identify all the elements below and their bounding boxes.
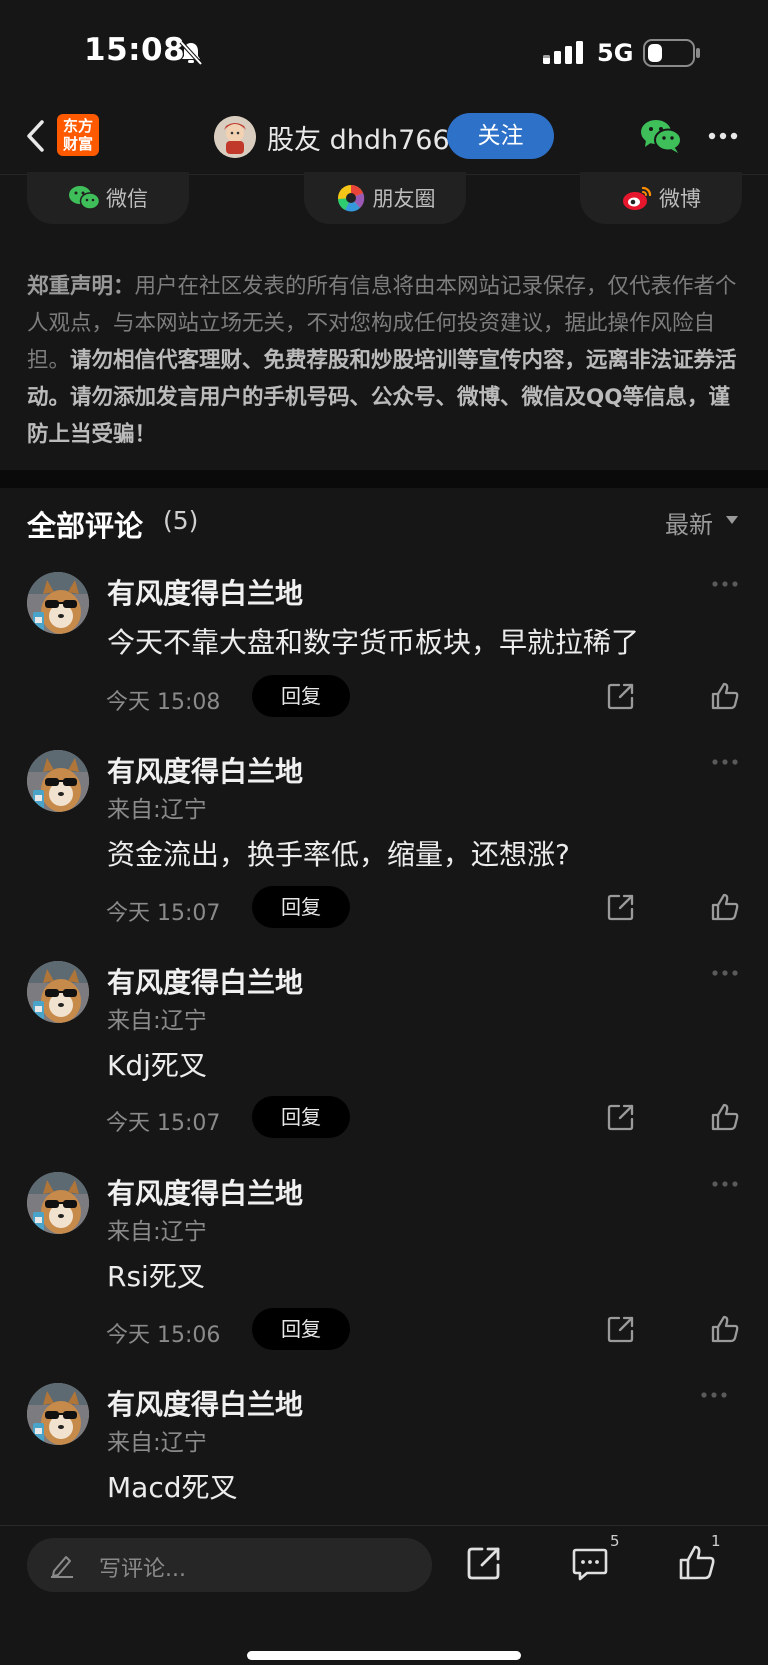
comment-location: 来自:辽宁 bbox=[107, 1008, 207, 1034]
bell-muted-icon bbox=[178, 40, 204, 66]
comment-location: 来自:辽宁 bbox=[107, 797, 207, 823]
share-moments-button[interactable]: 朋友圈 bbox=[304, 172, 466, 224]
comments-count: (5) bbox=[163, 506, 199, 535]
comment-time: 今天 15:07 bbox=[106, 901, 221, 926]
comment-author[interactable]: 有风度得白兰地 bbox=[107, 961, 303, 1001]
share-weibo-button[interactable]: 微博 bbox=[580, 172, 742, 224]
more-icon[interactable] bbox=[711, 969, 739, 977]
caret-down-icon[interactable] bbox=[726, 516, 738, 524]
comment-avatar[interactable] bbox=[27, 1172, 89, 1234]
comment-author[interactable]: 有风度得白兰地 bbox=[107, 750, 303, 790]
like-icon[interactable] bbox=[710, 892, 740, 922]
bottom-bar: 写评论... 5 1 bbox=[0, 1525, 768, 1665]
follow-button[interactable]: 关注 bbox=[447, 113, 554, 159]
signal-icon bbox=[543, 41, 585, 65]
comment-time: 今天 15:06 bbox=[106, 1323, 221, 1348]
status-bar: 15:08 5G bbox=[0, 0, 768, 100]
like-icon[interactable] bbox=[710, 1314, 740, 1344]
logo-line1: 东方 bbox=[62, 117, 93, 135]
wechat-icon bbox=[69, 186, 100, 210]
share-wechat-label: 微信 bbox=[106, 187, 148, 211]
moments-icon bbox=[337, 185, 364, 212]
more-icon[interactable] bbox=[711, 1180, 739, 1188]
comment-icon[interactable] bbox=[571, 1544, 609, 1582]
comments-title: 全部评论 bbox=[27, 509, 144, 543]
comment-location: 来自:辽宁 bbox=[107, 1430, 207, 1456]
comment-time: 今天 15:07 bbox=[106, 1111, 221, 1136]
status-time: 15:08 bbox=[84, 32, 186, 68]
comment-avatar[interactable] bbox=[27, 1383, 89, 1445]
wechat-icon[interactable] bbox=[640, 118, 682, 154]
comment-author[interactable]: 有风度得白兰地 bbox=[107, 1172, 303, 1212]
comment-avatar[interactable] bbox=[27, 961, 89, 1023]
like-icon[interactable] bbox=[710, 1102, 740, 1132]
section-divider bbox=[0, 470, 768, 488]
share-icon[interactable] bbox=[465, 1544, 503, 1582]
share-icon[interactable] bbox=[606, 1314, 636, 1344]
comment-avatar[interactable] bbox=[27, 750, 89, 812]
more-icon[interactable] bbox=[700, 1391, 728, 1399]
comment-time: 今天 15:08 bbox=[106, 690, 221, 715]
share-weibo-label: 微博 bbox=[659, 187, 701, 211]
battery-icon bbox=[643, 39, 701, 67]
like-icon[interactable] bbox=[710, 681, 740, 711]
share-moments-label: 朋友圈 bbox=[372, 187, 436, 211]
reply-button[interactable]: 回复 bbox=[252, 1096, 350, 1138]
more-icon[interactable] bbox=[711, 758, 739, 766]
comment-text: Kdj死叉 bbox=[107, 1049, 207, 1082]
sort-select[interactable]: 最新 bbox=[665, 505, 713, 540]
comment-placeholder: 写评论... bbox=[99, 1557, 186, 1582]
share-icon[interactable] bbox=[606, 892, 636, 922]
comment-text: Rsi死叉 bbox=[107, 1260, 205, 1293]
weibo-icon bbox=[623, 186, 652, 210]
reply-button[interactable]: 回复 bbox=[252, 1308, 350, 1350]
home-indicator[interactable] bbox=[247, 1651, 521, 1660]
top-nav: 东方 财富 股友 dhdh766 关注 bbox=[0, 100, 768, 175]
app-logo[interactable]: 东方 财富 bbox=[57, 114, 99, 156]
more-icon[interactable] bbox=[711, 580, 739, 588]
logo-line2: 财富 bbox=[62, 135, 93, 153]
reply-button[interactable]: 回复 bbox=[252, 886, 350, 928]
network-label: 5G bbox=[597, 39, 634, 67]
comment-avatar[interactable] bbox=[27, 572, 89, 634]
reply-button[interactable]: 回复 bbox=[252, 675, 350, 717]
comment-location: 来自:辽宁 bbox=[107, 1219, 207, 1245]
comment-text: Macd死叉 bbox=[107, 1471, 238, 1504]
pen-icon bbox=[49, 1552, 75, 1578]
disclaimer-title: 郑重声明： bbox=[27, 274, 135, 299]
share-icon[interactable] bbox=[606, 681, 636, 711]
back-icon[interactable] bbox=[20, 116, 50, 156]
comment-input[interactable]: 写评论... bbox=[27, 1538, 432, 1592]
disclaimer: 郑重声明：用户在社区发表的所有信息将由本网站记录保存，仅代表作者个人观点，与本网… bbox=[27, 268, 743, 453]
like-count-badge: 1 bbox=[711, 1532, 721, 1550]
comment-author[interactable]: 有风度得白兰地 bbox=[107, 1383, 303, 1423]
comment-count-badge: 5 bbox=[610, 1532, 620, 1550]
disclaimer-warning: 请勿相信代客理财、免费荐股和炒股培训等宣传内容，远离非法证券活动。请勿添加发言用… bbox=[27, 348, 737, 447]
share-icon[interactable] bbox=[606, 1102, 636, 1132]
comment-text: 资金流出，换手率低，缩量，还想涨? bbox=[107, 838, 570, 871]
username[interactable]: 股友 dhdh766 bbox=[267, 118, 450, 157]
comment-author[interactable]: 有风度得白兰地 bbox=[107, 572, 303, 612]
share-wechat-button[interactable]: 微信 bbox=[27, 172, 189, 224]
user-avatar[interactable] bbox=[214, 116, 256, 158]
more-icon[interactable] bbox=[708, 132, 738, 140]
comment-text: 今天不靠大盘和数字货币板块，早就拉稀了 bbox=[107, 626, 640, 659]
